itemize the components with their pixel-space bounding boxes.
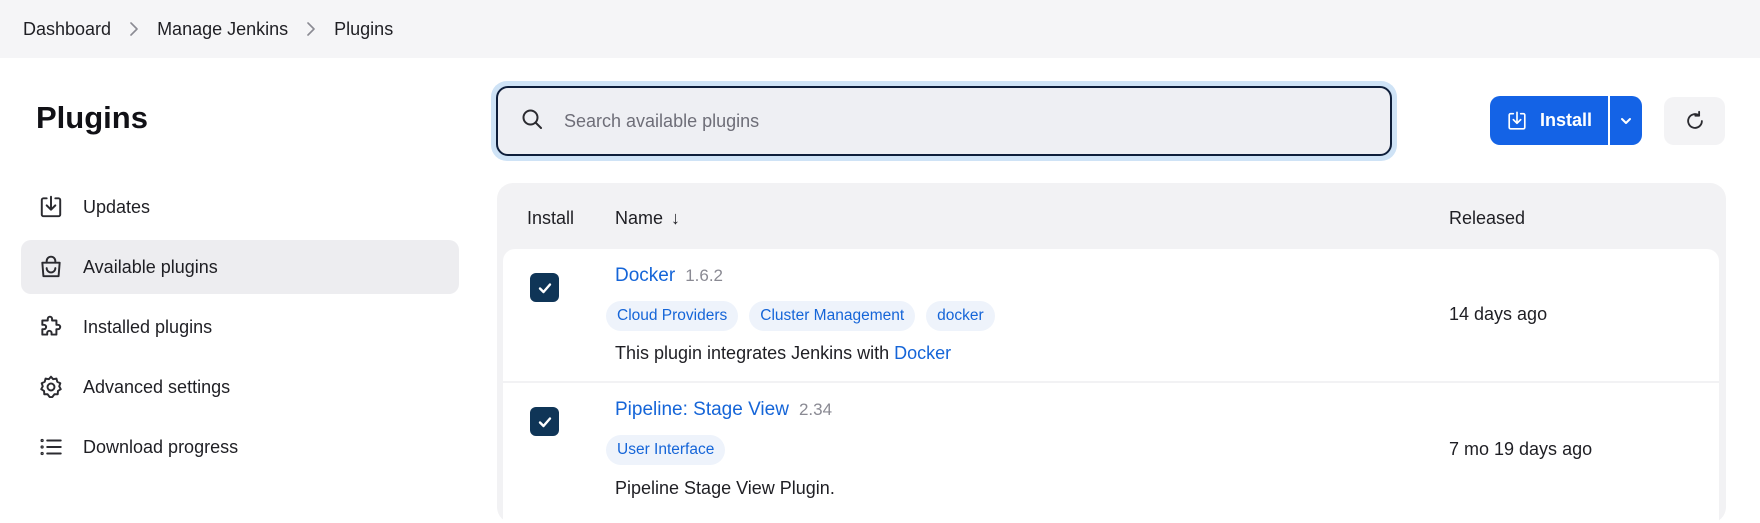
- search-input[interactable]: [564, 110, 1344, 132]
- sidebar-item-updates[interactable]: Updates: [21, 180, 459, 234]
- download-icon: [37, 193, 65, 221]
- plugin-tag[interactable]: Cluster Management: [749, 301, 916, 331]
- column-header-install: Install: [527, 208, 575, 228]
- table-row: Pipeline: Stage View 2.34 User Interface …: [503, 383, 1719, 523]
- plugin-tags: Cloud Providers Cluster Management docke…: [606, 301, 1006, 331]
- search-bar[interactable]: [496, 86, 1392, 156]
- plugin-description: This plugin integrates Jenkins with Dock…: [615, 343, 951, 364]
- checkmark-icon: [538, 282, 551, 293]
- chevron-right-icon: [129, 22, 139, 36]
- puzzle-icon: [37, 313, 65, 341]
- breadcrumb-dashboard[interactable]: Dashboard: [23, 19, 111, 40]
- plugin-tag[interactable]: docker: [926, 301, 995, 331]
- sidebar-nav: Updates Available plugins Installed plug…: [21, 180, 459, 480]
- install-checkbox[interactable]: [530, 273, 559, 302]
- column-header-name[interactable]: Name ↓: [615, 208, 680, 229]
- table-row: Docker 1.6.2 Cloud Providers Cluster Mana…: [503, 249, 1719, 381]
- plugin-name-link[interactable]: Pipeline: Stage View 2.34: [615, 399, 832, 421]
- checkmark-icon: [538, 416, 551, 427]
- plugin-version: 2.34: [798, 400, 833, 419]
- sidebar-item-label: Installed plugins: [83, 316, 213, 337]
- search-icon: [520, 107, 544, 136]
- column-header-released[interactable]: Released: [1449, 208, 1525, 229]
- sidebar-item-label: Advanced settings: [83, 376, 231, 397]
- chevron-down-icon: [1621, 117, 1631, 124]
- shopping-bag-icon: [37, 253, 65, 281]
- plugin-name: Pipeline: Stage View: [615, 399, 789, 420]
- search-focus-ring: [491, 81, 1397, 161]
- sort-down-icon: ↓: [671, 208, 681, 228]
- sidebar-item-label: Available plugins: [83, 256, 218, 277]
- install-checkbox[interactable]: [530, 407, 559, 436]
- plugin-released: 7 mo 19 days ago: [1449, 439, 1593, 459]
- plugin-released: 14 days ago: [1449, 304, 1548, 324]
- sidebar-item-installed-plugins[interactable]: Installed plugins: [21, 300, 459, 354]
- chevron-right-icon: [306, 22, 316, 36]
- list-icon: [37, 433, 65, 461]
- plugin-tags: User Interface: [606, 435, 736, 465]
- download-icon: [1508, 110, 1526, 130]
- plugin-description-link[interactable]: Docker: [894, 343, 951, 363]
- refresh-button[interactable]: [1664, 97, 1725, 145]
- plugin-version: 1.6.2: [685, 266, 723, 285]
- plugin-name: Docker: [615, 265, 676, 286]
- breadcrumb: Dashboard Manage Jenkins Plugins: [0, 0, 1760, 58]
- page-title: Plugins: [36, 100, 148, 135]
- breadcrumb-manage-jenkins[interactable]: Manage Jenkins: [157, 19, 288, 40]
- plugin-tag[interactable]: User Interface: [606, 435, 726, 465]
- refresh-icon: [1686, 110, 1703, 129]
- column-header-name-label: Name: [615, 208, 664, 228]
- plugin-name-link[interactable]: Docker 1.6.2: [615, 265, 723, 287]
- plugins-table: Install Name ↓ Released Docker 1.6.2 Cloud…: [497, 183, 1726, 523]
- install-button-label: Install: [1539, 110, 1592, 130]
- plugin-description: Pipeline Stage View Plugin.: [615, 478, 835, 498]
- sidebar-item-download-progress[interactable]: Download progress: [21, 420, 459, 474]
- plugin-tag[interactable]: Cloud Providers: [606, 301, 739, 331]
- plugin-description-text: This plugin integrates Jenkins with: [615, 343, 890, 363]
- install-dropdown-button[interactable]: [1610, 96, 1642, 145]
- install-button-group: Install: [1490, 96, 1642, 145]
- sidebar-item-advanced-settings[interactable]: Advanced settings: [21, 360, 459, 414]
- breadcrumb-plugins[interactable]: Plugins: [334, 19, 393, 40]
- gear-icon: [37, 373, 65, 401]
- sidebar-item-label: Download progress: [83, 436, 239, 457]
- sidebar-item-available-plugins[interactable]: Available plugins: [21, 240, 459, 294]
- install-button[interactable]: Install: [1490, 96, 1608, 145]
- sidebar-item-label: Updates: [83, 196, 151, 217]
